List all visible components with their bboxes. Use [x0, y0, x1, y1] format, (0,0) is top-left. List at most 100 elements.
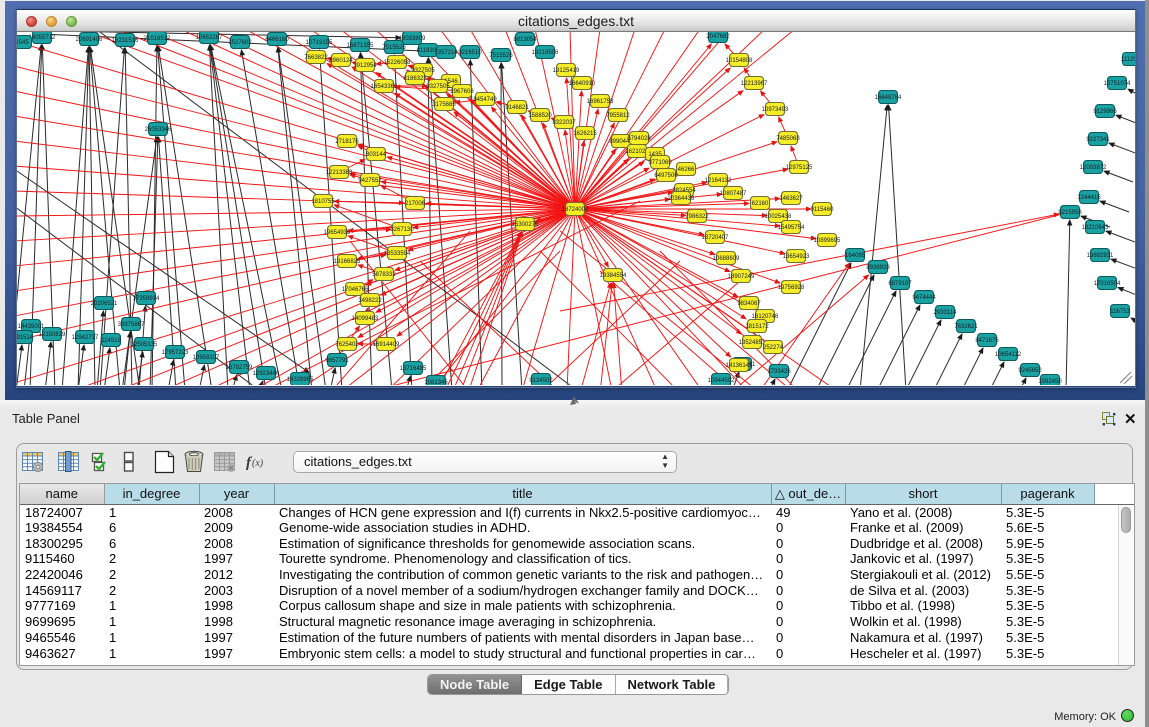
svg-text:3912954: 3912954 [353, 63, 377, 69]
svg-text:9227341: 9227341 [1086, 137, 1110, 143]
svg-text:10025438: 10025438 [765, 214, 792, 220]
svg-text:17359914: 17359914 [133, 296, 160, 302]
svg-text:17957223: 17957223 [162, 350, 189, 356]
svg-text:7357214: 7357214 [434, 50, 458, 56]
svg-text:116753: 116753 [1110, 309, 1130, 315]
svg-text:6794028: 6794028 [627, 136, 651, 142]
svg-text:7663822: 7663822 [304, 55, 328, 61]
svg-text:7485063: 7485063 [776, 136, 800, 142]
svg-text:7515526: 7515526 [489, 53, 513, 59]
svg-text:9857791: 9857791 [325, 358, 349, 364]
svg-text:10654112: 10654112 [995, 352, 1022, 358]
svg-text:13533594: 13533594 [384, 251, 411, 257]
svg-text:16231516: 16231516 [112, 38, 139, 44]
svg-text:19384554: 19384554 [600, 273, 627, 279]
svg-text:9115460: 9115460 [811, 207, 835, 213]
svg-text:1244415: 1244415 [1077, 195, 1101, 201]
svg-text:16961758: 16961758 [587, 99, 614, 105]
svg-text:13125419: 13125419 [553, 68, 580, 74]
svg-text:16640910: 16640910 [569, 81, 596, 87]
svg-text:14055712: 14055712 [29, 35, 56, 41]
svg-text:1527602: 1527602 [228, 40, 252, 46]
svg-text:13654923: 13654923 [783, 254, 810, 260]
svg-text:12213967: 12213967 [741, 81, 768, 87]
svg-text:8454749: 8454749 [473, 97, 497, 103]
svg-text:18907249: 18907249 [728, 274, 755, 280]
svg-text:17016504: 17016504 [1094, 281, 1121, 287]
svg-text:12942737: 12942737 [72, 335, 99, 341]
svg-text:1112954: 1112954 [1121, 57, 1135, 63]
svg-text:62160: 62160 [752, 201, 769, 207]
svg-text:1733426: 1733426 [767, 369, 791, 375]
svg-text:10958107: 10958107 [193, 355, 220, 361]
svg-text:7955812: 7955812 [606, 113, 630, 119]
svg-text:19654935: 19654935 [324, 230, 351, 236]
svg-text:7515526: 7515526 [382, 45, 406, 51]
svg-text:1092450: 1092450 [1038, 379, 1062, 385]
svg-text:803144: 803144 [366, 152, 387, 158]
svg-text:6466160: 6466160 [265, 37, 289, 43]
svg-text:10719155: 10719155 [306, 40, 333, 46]
svg-text:26053346: 26053346 [145, 127, 172, 133]
svg-text:15751074: 15751074 [1104, 81, 1131, 87]
svg-text:46266: 46266 [678, 167, 695, 173]
svg-text:10944502: 10944502 [708, 378, 735, 384]
svg-text:9124502: 9124502 [529, 378, 553, 384]
svg-text:1588520: 1588520 [528, 113, 552, 119]
svg-text:6497506: 6497506 [654, 173, 678, 179]
svg-text:217006: 217006 [405, 201, 426, 207]
svg-text:9216510: 9216510 [458, 50, 482, 56]
svg-text:1545: 1545 [17, 40, 29, 46]
svg-text:164095: 164095 [845, 253, 866, 259]
svg-text:9834067: 9834067 [737, 301, 761, 307]
svg-text:13692931: 13692931 [1087, 253, 1114, 259]
svg-text:3498222: 3498222 [358, 298, 382, 304]
svg-text:15226058: 15226058 [384, 60, 411, 66]
svg-text:252274: 252274 [763, 345, 784, 351]
svg-text:9146821: 9146821 [505, 105, 529, 111]
svg-text:3175685: 3175685 [432, 102, 456, 108]
svg-text:17046766: 17046766 [342, 287, 369, 293]
svg-text:13720407: 13720407 [702, 235, 729, 241]
svg-text:9327505: 9327505 [426, 84, 450, 90]
svg-text:9129966: 9129966 [1093, 109, 1117, 115]
svg-text:16033809: 16033809 [399, 36, 426, 42]
svg-text:(x): (x) [252, 458, 264, 469]
svg-text:10688609: 10688609 [713, 256, 740, 262]
svg-text:20206521: 20206521 [91, 301, 118, 307]
svg-text:7625402: 7625402 [335, 342, 359, 348]
svg-text:9474444: 9474444 [912, 295, 936, 301]
svg-text:20691406: 20691406 [76, 37, 103, 43]
svg-text:16210643: 16210643 [1082, 225, 1109, 231]
svg-text:15495754: 15495754 [778, 225, 805, 231]
svg-text:16782759: 16782759 [226, 365, 253, 371]
svg-text:12213383: 12213383 [326, 170, 353, 176]
svg-text:14328965: 14328965 [287, 377, 314, 383]
svg-text:12164132: 12164132 [705, 178, 732, 184]
svg-text:19218506: 19218506 [532, 50, 559, 56]
svg-text:10807487: 10807487 [720, 191, 747, 197]
svg-text:8471676: 8471676 [975, 338, 999, 344]
svg-text:12975125: 12975125 [786, 165, 813, 171]
svg-text:391514: 391514 [17, 335, 34, 341]
svg-text:1626215: 1626215 [573, 131, 597, 137]
svg-text:7986322: 7986322 [685, 214, 709, 220]
svg-text:14435001: 14435001 [18, 324, 45, 330]
svg-text:1815172: 1815172 [745, 324, 769, 330]
svg-text:8813054: 8813054 [513, 37, 537, 43]
svg-text:2047682: 2047682 [706, 34, 730, 40]
svg-text:15300275: 15300275 [512, 222, 539, 228]
svg-text:12150829: 12150829 [39, 332, 66, 338]
svg-text:114519: 114519 [101, 338, 121, 344]
svg-text:7632621: 7632621 [954, 324, 978, 330]
svg-text:19166825: 19166825 [334, 259, 361, 265]
svg-text:8215958: 8215958 [1058, 210, 1082, 216]
svg-text:12093872: 12093872 [1080, 165, 1107, 171]
svg-text:13716485: 13716485 [400, 366, 427, 372]
svg-text:13524851: 13524851 [739, 340, 766, 346]
svg-text:8186323: 8186323 [403, 76, 427, 82]
svg-text:9771069: 9771069 [648, 160, 672, 166]
svg-text:18724007: 18724007 [562, 207, 589, 213]
svg-text:9245652: 9245652 [1018, 368, 1042, 374]
svg-text:8322037: 8322037 [552, 120, 576, 126]
